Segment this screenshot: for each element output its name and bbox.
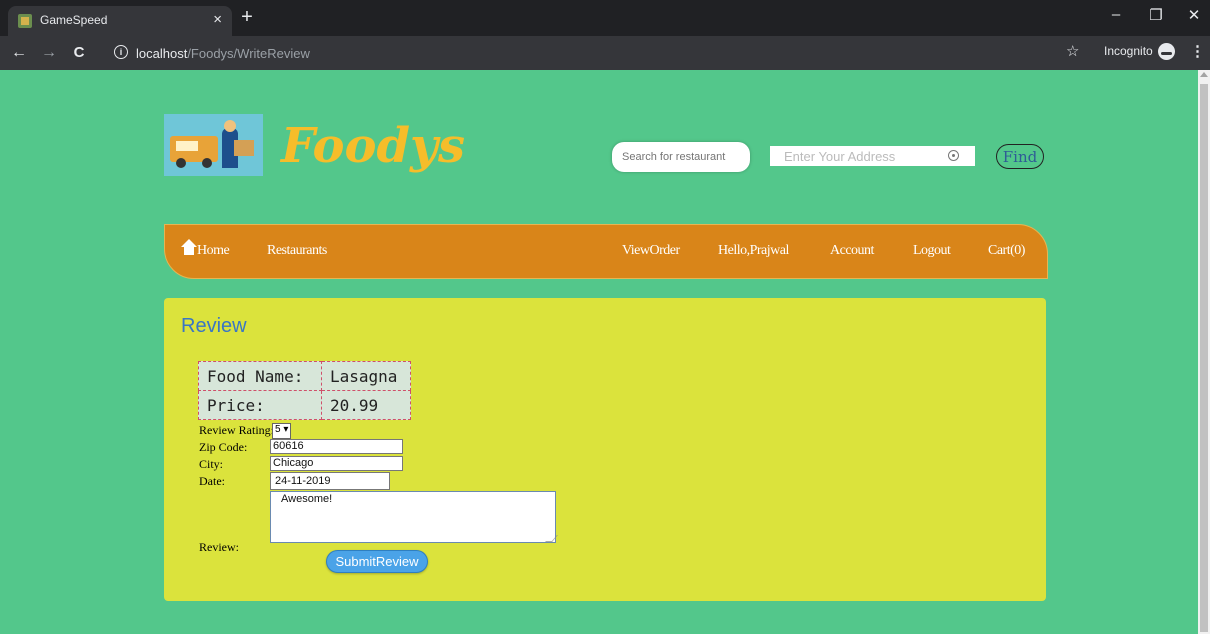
scroll-thumb[interactable] — [1200, 84, 1208, 632]
address-bar[interactable]: i localhost/Foodys/WriteReview — [108, 42, 1058, 64]
tab-title: GameSpeed — [40, 13, 108, 27]
review-textarea[interactable]: Awesome! — [270, 491, 556, 543]
food-name-value: Lasagna — [321, 361, 411, 391]
wheel-graphic — [176, 158, 186, 168]
table-row: Price: 20.99 — [198, 390, 411, 420]
back-button[interactable]: ← — [10, 44, 28, 62]
reload-button[interactable]: C — [70, 44, 88, 62]
find-button[interactable]: Find — [996, 144, 1044, 169]
browser-tab[interactable]: GameSpeed × — [8, 6, 232, 36]
scroll-up-icon[interactable] — [1200, 72, 1208, 77]
url-host: localhost — [136, 46, 188, 61]
page-scrollbar[interactable] — [1198, 70, 1210, 634]
date-label: Date: — [199, 474, 225, 488]
restaurant-search-input[interactable] — [612, 142, 750, 172]
minimize-button[interactable]: – — [1106, 6, 1126, 23]
bookmark-star-icon[interactable]: ☆ — [1066, 42, 1079, 60]
address-field[interactable] — [770, 146, 975, 166]
food-name-label: Food Name: — [198, 361, 322, 391]
info-icon[interactable]: i — [114, 45, 128, 59]
forward-button[interactable]: → — [40, 44, 58, 62]
truck-sign-graphic — [176, 141, 198, 151]
incognito-label: Incognito — [1104, 44, 1153, 58]
url-text: localhost/Foodys/WriteReview — [136, 46, 310, 61]
city-label: City: — [199, 457, 224, 471]
zip-code-input[interactable]: 60616 — [270, 439, 403, 454]
nav-cart[interactable]: Cart(0) — [988, 243, 1025, 259]
logo-image[interactable] — [164, 114, 263, 176]
browser-tabstrip: GameSpeed × + – ❐ ✕ — [0, 0, 1210, 36]
review-label: Review: — [199, 540, 239, 554]
review-heading: Review — [181, 315, 247, 337]
nav-hello-user[interactable]: Hello,Prajwal — [718, 243, 789, 259]
locate-icon[interactable] — [948, 150, 959, 161]
table-row: Food Name: Lasagna — [198, 361, 411, 391]
main-navbar: Home Restaurants ViewOrder Hello,Prajwal… — [164, 224, 1048, 279]
favicon-icon — [18, 14, 32, 28]
nav-logout[interactable]: Logout — [913, 243, 951, 259]
nav-view-order[interactable]: ViewOrder — [622, 243, 680, 259]
restore-button[interactable]: ❐ — [1146, 6, 1166, 24]
price-label: Price: — [198, 390, 322, 420]
url-path: /Foodys/WriteReview — [187, 46, 310, 61]
review-rating-select[interactable]: 5 ▾ — [272, 423, 292, 439]
brand-logo-text[interactable]: Foodys — [281, 116, 465, 176]
review-panel: Review Food Name: Lasagna Price: 20.99 R… — [164, 298, 1046, 601]
nav-account[interactable]: Account — [830, 243, 874, 259]
browser-toolbar: ← → C i localhost/Foodys/WriteReview — [0, 36, 1210, 70]
city-input[interactable]: Chicago — [270, 456, 403, 471]
home-icon[interactable] — [181, 239, 197, 255]
address-input[interactable] — [770, 146, 940, 166]
zip-code-label: Zip Code: — [199, 440, 248, 454]
submit-review-button[interactable]: SubmitReview — [326, 550, 428, 573]
nav-restaurants[interactable]: Restaurants — [267, 243, 327, 259]
price-value: 20.99 — [321, 390, 411, 420]
nav-home[interactable]: Home — [197, 243, 230, 259]
new-tab-button[interactable]: + — [236, 6, 258, 28]
food-info-table: Food Name: Lasagna Price: 20.99 — [198, 361, 411, 420]
delivery-person-head — [224, 120, 236, 132]
review-rating-label: Review Rating: — [199, 423, 274, 437]
wheel-graphic — [202, 158, 212, 168]
incognito-icon — [1158, 43, 1175, 60]
close-window-button[interactable]: ✕ — [1184, 6, 1204, 24]
date-input[interactable]: 24-11-2019 — [270, 472, 390, 490]
parcel-graphic — [234, 140, 254, 156]
tab-close-icon[interactable]: × — [213, 11, 222, 28]
browser-menu-icon[interactable]: ⋮ — [1190, 42, 1205, 60]
